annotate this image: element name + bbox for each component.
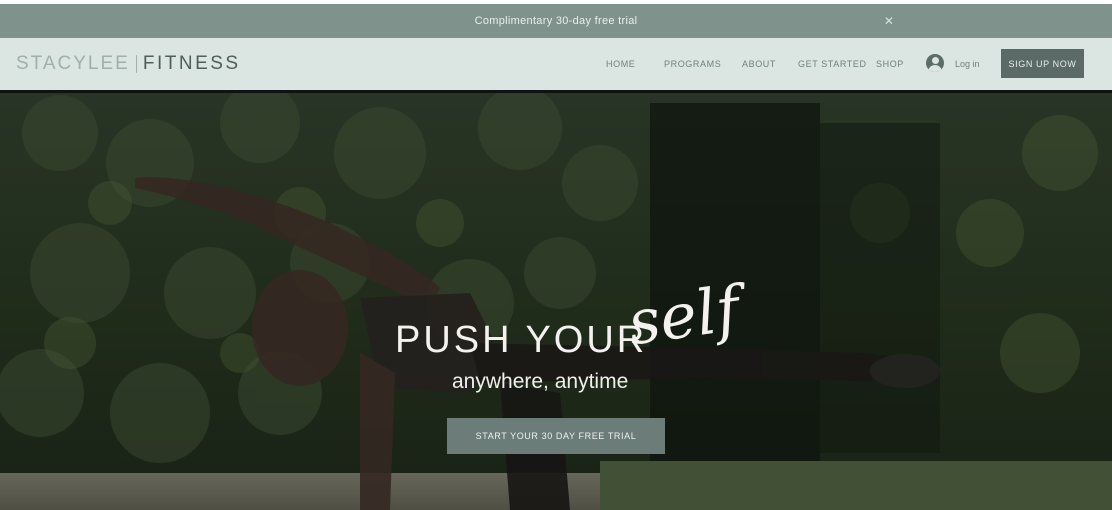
logo[interactable]: STACYLEE FITNESS (16, 51, 241, 77)
hero-section: PUSH YOUR self anywhere, anytime START Y… (0, 93, 1112, 510)
nav-shop[interactable]: SHOP (876, 59, 904, 69)
close-icon[interactable]: ✕ (880, 12, 898, 30)
logo-suffix: FITNESS (142, 53, 241, 74)
account-icon[interactable] (926, 54, 944, 72)
nav-home[interactable]: HOME (606, 59, 635, 69)
start-trial-button[interactable]: START YOUR 30 DAY FREE TRIAL (447, 418, 665, 454)
logo-divider (135, 55, 137, 73)
hero-script: self (623, 271, 744, 360)
announcement-bar: Complimentary 30-day free trial ✕ (0, 4, 1112, 38)
nav-programs[interactable]: PROGRAMS (664, 59, 721, 69)
signup-button[interactable]: SIGN UP NOW (1001, 49, 1084, 78)
site-header: STACYLEE FITNESS HOME PROGRAMS ABOUT GET… (0, 38, 1112, 93)
page: Complimentary 30-day free trial ✕ STACYL… (0, 0, 1112, 510)
login-link[interactable]: Log in (955, 59, 980, 69)
hero-subtitle: anywhere, anytime (452, 370, 629, 393)
logo-name: STACYLEE (16, 53, 130, 74)
nav-get-started[interactable]: GET STARTED (798, 59, 867, 69)
announcement-text: Complimentary 30-day free trial (474, 15, 638, 27)
nav-about[interactable]: ABOUT (742, 59, 776, 69)
hero-title: PUSH YOUR (395, 319, 648, 361)
